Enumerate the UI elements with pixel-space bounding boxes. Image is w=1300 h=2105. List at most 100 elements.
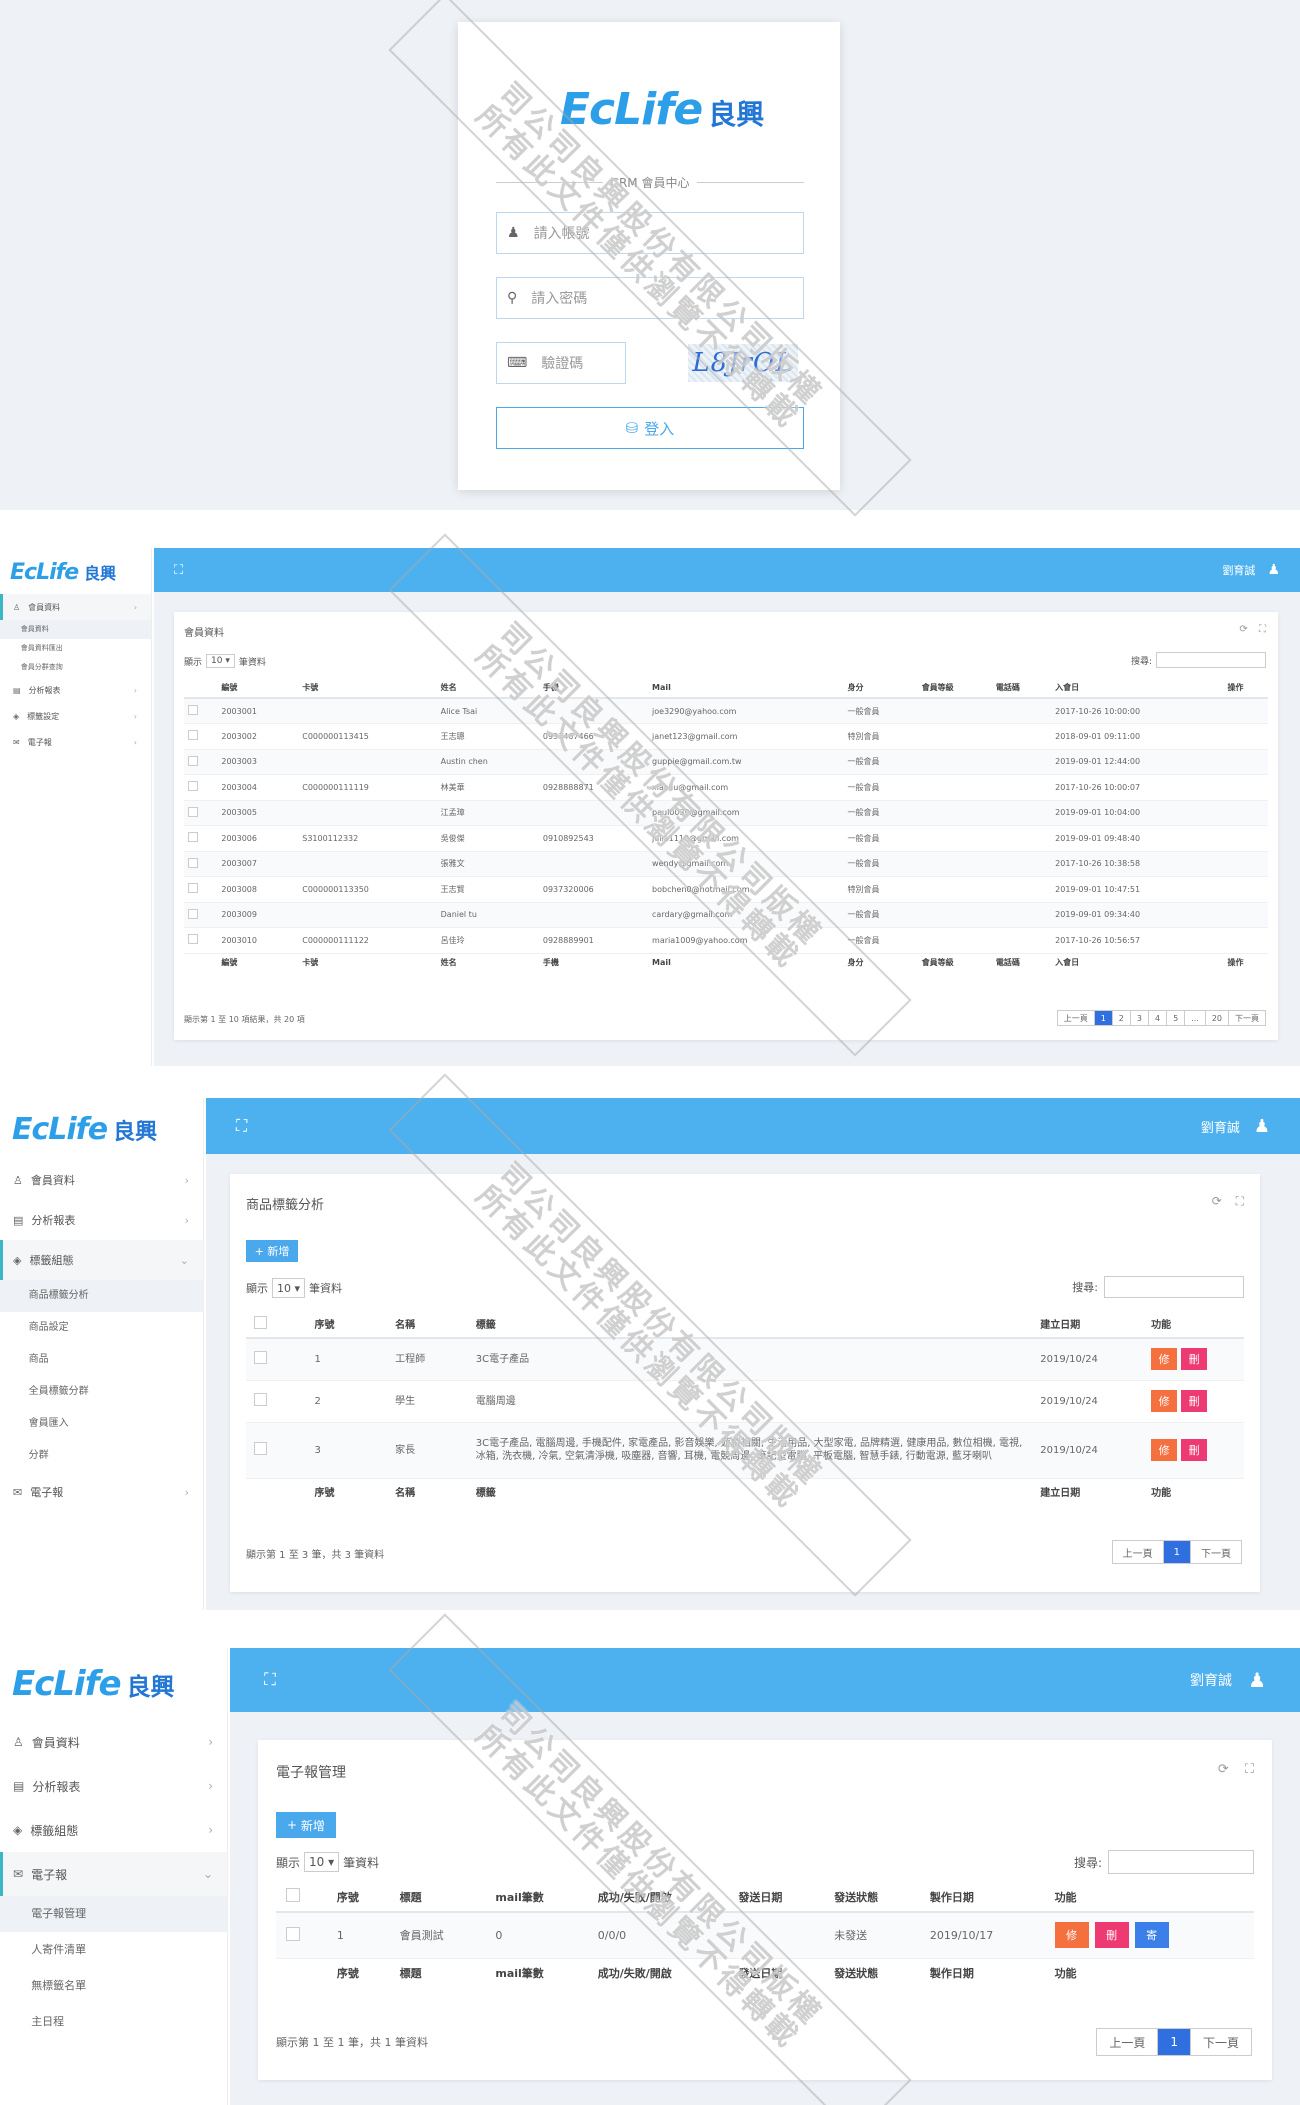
page-button[interactable]: 上一頁 (1097, 2029, 1159, 2055)
column-header[interactable]: 電話碼 (991, 678, 1052, 699)
user-name[interactable]: 劉育誠 (1222, 562, 1255, 578)
column-header[interactable]: 序號 (306, 1310, 388, 1339)
submenu-item-1[interactable]: 會員資料匯出 (0, 639, 151, 658)
search-input[interactable] (1156, 652, 1266, 668)
sidebar-item-3[interactable]: ✉ 電子報 › (0, 1472, 203, 1512)
user-name[interactable]: 劉育誠 (1201, 1117, 1240, 1136)
page-button[interactable]: 1 (1158, 2029, 1191, 2055)
fullscreen-icon[interactable]: ⛶ (174, 563, 183, 578)
page-button[interactable]: 下一頁 (1191, 1541, 1241, 1563)
refresh-icon[interactable]: ⟳ (1239, 624, 1247, 635)
refresh-icon[interactable]: ⟳ (1218, 1762, 1229, 1777)
table-row[interactable]: 1 會員測試 0 0/0/0 未發送 2019/10/17 修刪寄 (276, 1912, 1254, 1959)
column-header[interactable]: 發送日期 (728, 1882, 825, 1913)
column-header[interactable]: 入會日 (1051, 678, 1224, 699)
column-header[interactable]: 手機 (538, 678, 649, 699)
column-header[interactable]: 發送狀態 (824, 1882, 920, 1913)
page-button[interactable]: 4 (1149, 1011, 1168, 1025)
page-button[interactable]: 下一頁 (1229, 1011, 1265, 1025)
submenu-item-3[interactable]: 全員標籤分群 (0, 1376, 203, 1408)
add-button[interactable]: + 新增 (246, 1240, 298, 1262)
row-checkbox[interactable] (188, 806, 198, 817)
column-header[interactable]: 建立日期 (1032, 1310, 1144, 1339)
column-header[interactable]: Mail (648, 678, 844, 699)
sidebar-item-3[interactable]: ✉ 電子報 › (0, 729, 151, 755)
delete-button[interactable]: 刪 (1181, 1439, 1208, 1461)
table-row[interactable]: 2003006 S3100112332 吳俊傑 0910892543 julia1110… (184, 825, 1268, 852)
column-header[interactable]: 名稱 (387, 1310, 468, 1339)
sidebar-item-2[interactable]: ◈ 標籤組態 › (0, 1808, 227, 1852)
table-row[interactable]: 2003010 C000000111122 呂佳玲 0928889901 maria10… (184, 927, 1268, 954)
column-header[interactable]: 標籤 (467, 1310, 1033, 1339)
submenu-item-0[interactable]: 商品標籤分析 (0, 1280, 203, 1312)
column-header[interactable]: 序號 (326, 1882, 390, 1913)
search-input[interactable] (1108, 1850, 1254, 1874)
submenu-item-4[interactable]: 會員匯入 (0, 1408, 203, 1440)
sidebar-item-0[interactable]: ♙ 會員資料 › (0, 1720, 227, 1764)
fullscreen-icon[interactable]: ⛶ (236, 1116, 247, 1136)
page-button[interactable]: 上一頁 (1058, 1011, 1095, 1025)
row-checkbox[interactable] (188, 755, 198, 766)
page-button[interactable]: 3 (1131, 1011, 1149, 1025)
send-button[interactable]: 寄 (1134, 1922, 1169, 1949)
column-header[interactable]: 功能 (1143, 1310, 1244, 1339)
edit-button[interactable]: 修 (1151, 1390, 1178, 1412)
column-header[interactable] (184, 678, 218, 699)
sidebar-item-3[interactable]: ✉ 電子報 ⌄ (0, 1852, 227, 1896)
edit-button[interactable]: 修 (1054, 1922, 1089, 1949)
table-row[interactable]: 2003009 Daniel tu cardary@gmail.com 一般會員 201… (184, 902, 1268, 928)
search-input[interactable] (1104, 1276, 1244, 1298)
column-header[interactable]: 卡號 (298, 678, 437, 699)
user-icon[interactable]: ♟ (1254, 1116, 1270, 1137)
row-checkbox[interactable] (188, 781, 198, 792)
submenu-item-2[interactable]: 無標籤名單 (0, 1968, 227, 2004)
row-checkbox[interactable] (188, 908, 198, 919)
submenu-item-0[interactable]: 會員資料 (0, 620, 151, 639)
submenu-item-1[interactable]: 人寄件清單 (0, 1932, 227, 1968)
page-button[interactable]: 上一頁 (1113, 1541, 1164, 1563)
row-checkbox[interactable] (188, 857, 198, 868)
table-row[interactable]: 2003002 C000000113415 王志聰 0933467466 janet12… (184, 723, 1268, 750)
page-button[interactable]: 5 (1167, 1011, 1186, 1025)
sidebar-item-2[interactable]: ◈ 標籤設定 › (0, 703, 151, 729)
column-header[interactable]: 操作 (1223, 678, 1268, 699)
page-button[interactable]: 20 (1206, 1011, 1229, 1025)
page-length-select[interactable]: 10 ▾ (304, 1852, 340, 1872)
user-icon[interactable]: ♟ (1267, 562, 1280, 578)
user-name[interactable]: 劉育誠 (1190, 1670, 1232, 1690)
table-row[interactable]: 2003003 Austin chen guppie@gmail.com.tw 一般會… (184, 749, 1268, 775)
sidebar-item-2[interactable]: ◈ 標籤組態 ⌄ (0, 1240, 203, 1280)
column-header[interactable]: 成功/失敗/開啟 (587, 1882, 729, 1913)
add-button[interactable]: + 新增 (276, 1812, 336, 1838)
edit-button[interactable]: 修 (1151, 1439, 1178, 1461)
column-header[interactable]: 編號 (217, 678, 299, 699)
column-header[interactable]: 標題 (389, 1882, 486, 1913)
delete-button[interactable]: 刪 (1181, 1390, 1208, 1412)
column-header[interactable] (246, 1310, 307, 1339)
column-header[interactable]: 功能 (1044, 1882, 1254, 1913)
sidebar-item-1[interactable]: ▤ 分析報表 › (0, 1200, 203, 1240)
row-checkbox[interactable] (254, 1393, 267, 1406)
submenu-item-3[interactable]: 主日程 (0, 2004, 227, 2040)
row-checkbox[interactable] (286, 1926, 300, 1941)
expand-icon[interactable]: ⛶ (1259, 624, 1266, 635)
table-row[interactable]: 1 工程師 3C電子產品 2019/10/24 修刪 (246, 1338, 1244, 1381)
submenu-item-2[interactable]: 商品 (0, 1344, 203, 1376)
page-button[interactable]: 1 (1163, 1541, 1191, 1563)
column-header[interactable]: 身分 (843, 678, 918, 699)
row-checkbox[interactable] (188, 730, 198, 741)
row-checkbox[interactable] (188, 705, 198, 715)
column-header[interactable]: 製作日期 (919, 1882, 1045, 1913)
table-row[interactable]: 2003007 張雅文 wendy@gmail.com 一般會員 2017-10-26 … (184, 851, 1268, 877)
page-length-select[interactable]: 10 ▾ (272, 1278, 306, 1298)
sidebar-item-1[interactable]: ▤ 分析報表 › (0, 677, 151, 703)
row-checkbox[interactable] (254, 1351, 267, 1365)
captcha-image[interactable]: L8JrOL (688, 344, 798, 382)
row-checkbox[interactable] (254, 1442, 267, 1455)
submenu-item-2[interactable]: 會員分群查詢 (0, 658, 151, 677)
page-length-select[interactable]: 10 ▾ (206, 654, 235, 668)
fullscreen-icon[interactable]: ⛶ (264, 1670, 276, 1690)
sidebar-item-0[interactable]: ♙ 會員資料 › (0, 594, 151, 620)
captcha-field[interactable]: ⌨ 驗證碼 (496, 342, 626, 384)
password-field[interactable]: ⚲ 請入密碼 (496, 277, 804, 319)
